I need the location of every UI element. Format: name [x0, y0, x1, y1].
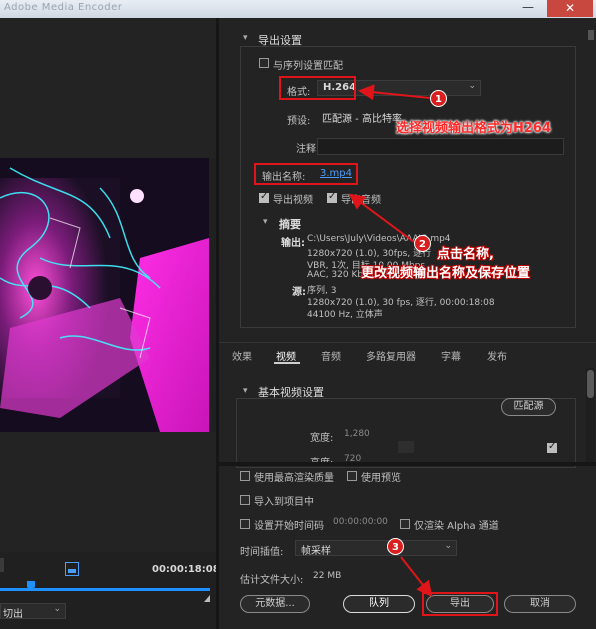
step2-annotation-line1: 点击名称,: [437, 247, 494, 262]
step2-annotation-line2: 更改视频输出名称及保存位置: [361, 266, 531, 281]
step1-badge: 1: [430, 90, 447, 107]
step1-annotation-text: 选择视频输出格式为H264: [396, 121, 552, 136]
step3-badge: 3: [387, 538, 404, 555]
arrow-to-output-name: [348, 193, 415, 243]
step2-badge: 2: [414, 235, 431, 252]
annotation-arrows: [348, 84, 433, 598]
arrow-to-export: [400, 556, 433, 598]
arrow-to-format: [358, 84, 431, 101]
